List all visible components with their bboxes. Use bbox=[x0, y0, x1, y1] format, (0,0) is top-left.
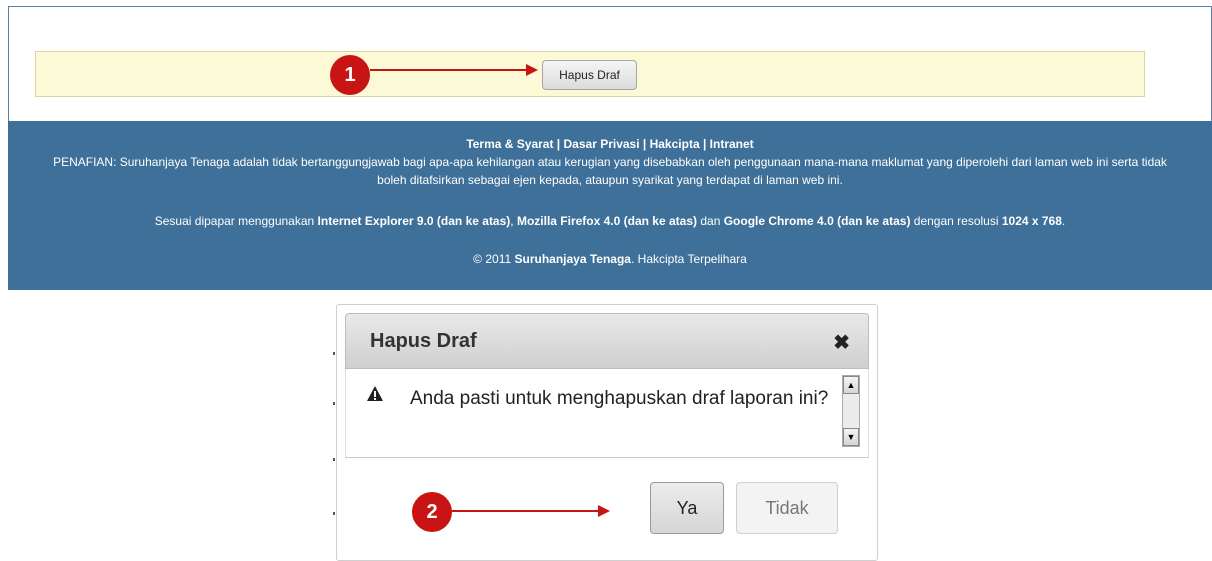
browsers-end: . bbox=[1061, 214, 1066, 228]
ya-button[interactable]: Ya bbox=[650, 482, 724, 534]
copyright-org: Suruhanjaya Tenaga bbox=[514, 252, 631, 266]
dialog-title: Hapus Draf bbox=[370, 330, 477, 352]
dialog-body: Anda pasti untuk menghapuskan draf lapor… bbox=[345, 369, 869, 457]
copyright-prefix: © 2011 bbox=[473, 252, 515, 266]
browsers-mid: dengan resolusi bbox=[910, 214, 1002, 228]
link-hakcipta[interactable]: Hakcipta bbox=[650, 137, 700, 151]
warning-icon bbox=[367, 386, 383, 401]
browser-firefox: Mozilla Firefox 4.0 (dan ke atas) bbox=[516, 214, 698, 228]
link-intranet[interactable]: Intranet bbox=[710, 137, 754, 151]
link-dasar-privasi[interactable]: Dasar Privasi bbox=[564, 137, 640, 151]
browser-support-text: Sesuai dipapar menggunakan Internet Expl… bbox=[8, 214, 1212, 228]
resolution: 1024 x 768 bbox=[1001, 214, 1062, 228]
browser-chrome: Google Chrome 4.0 (dan ke atas) bbox=[723, 214, 911, 228]
step-1-arrow bbox=[370, 64, 538, 76]
copyright-suffix: . Hakcipta Terpelihara bbox=[630, 252, 747, 266]
scroll-down-icon[interactable]: ▼ bbox=[843, 428, 859, 446]
link-separator: | bbox=[553, 137, 564, 151]
browser-ie: Internet Explorer 9.0 (dan ke atas) bbox=[317, 214, 511, 228]
tidak-button[interactable]: Tidak bbox=[736, 482, 838, 534]
footer: Terma & Syarat | Dasar Privasi | Hakcipt… bbox=[8, 121, 1212, 290]
step-2-arrow bbox=[452, 505, 610, 517]
dialog-header: Hapus Draf ✖ bbox=[345, 313, 869, 369]
link-separator: | bbox=[699, 137, 710, 151]
link-terma-syarat[interactable]: Terma & Syarat bbox=[466, 137, 553, 151]
step-2-callout: 2 bbox=[412, 492, 452, 532]
copyright-text: © 2011 Suruhanjaya Tenaga. Hakcipta Terp… bbox=[8, 252, 1212, 266]
disclaimer-text: PENAFIAN: Suruhanjaya Tenaga adalah tida… bbox=[53, 155, 1167, 187]
browsers-sep: dan bbox=[697, 214, 724, 228]
browsers-sep: , bbox=[510, 214, 517, 228]
step-1-callout: 1 bbox=[330, 55, 370, 95]
link-separator: | bbox=[639, 137, 650, 151]
footer-links: Terma & Syarat | Dasar Privasi | Hakcipt… bbox=[8, 137, 1212, 151]
hapus-draf-button[interactable]: Hapus Draf bbox=[542, 60, 637, 90]
scroll-up-icon[interactable]: ▲ bbox=[843, 376, 859, 394]
page-screenshot: Hapus Draf Terma & Syarat | Dasar Privas… bbox=[8, 6, 1212, 290]
dialog-message: Anda pasti untuk menghapuskan draf lapor… bbox=[410, 388, 829, 409]
browsers-prefix: Sesuai dipapar menggunakan bbox=[154, 214, 318, 228]
content-panel: Hapus Draf bbox=[8, 6, 1212, 123]
dialog-scrollbar[interactable]: ▲ ▼ bbox=[842, 375, 860, 447]
close-icon[interactable]: ✖ bbox=[833, 330, 850, 355]
